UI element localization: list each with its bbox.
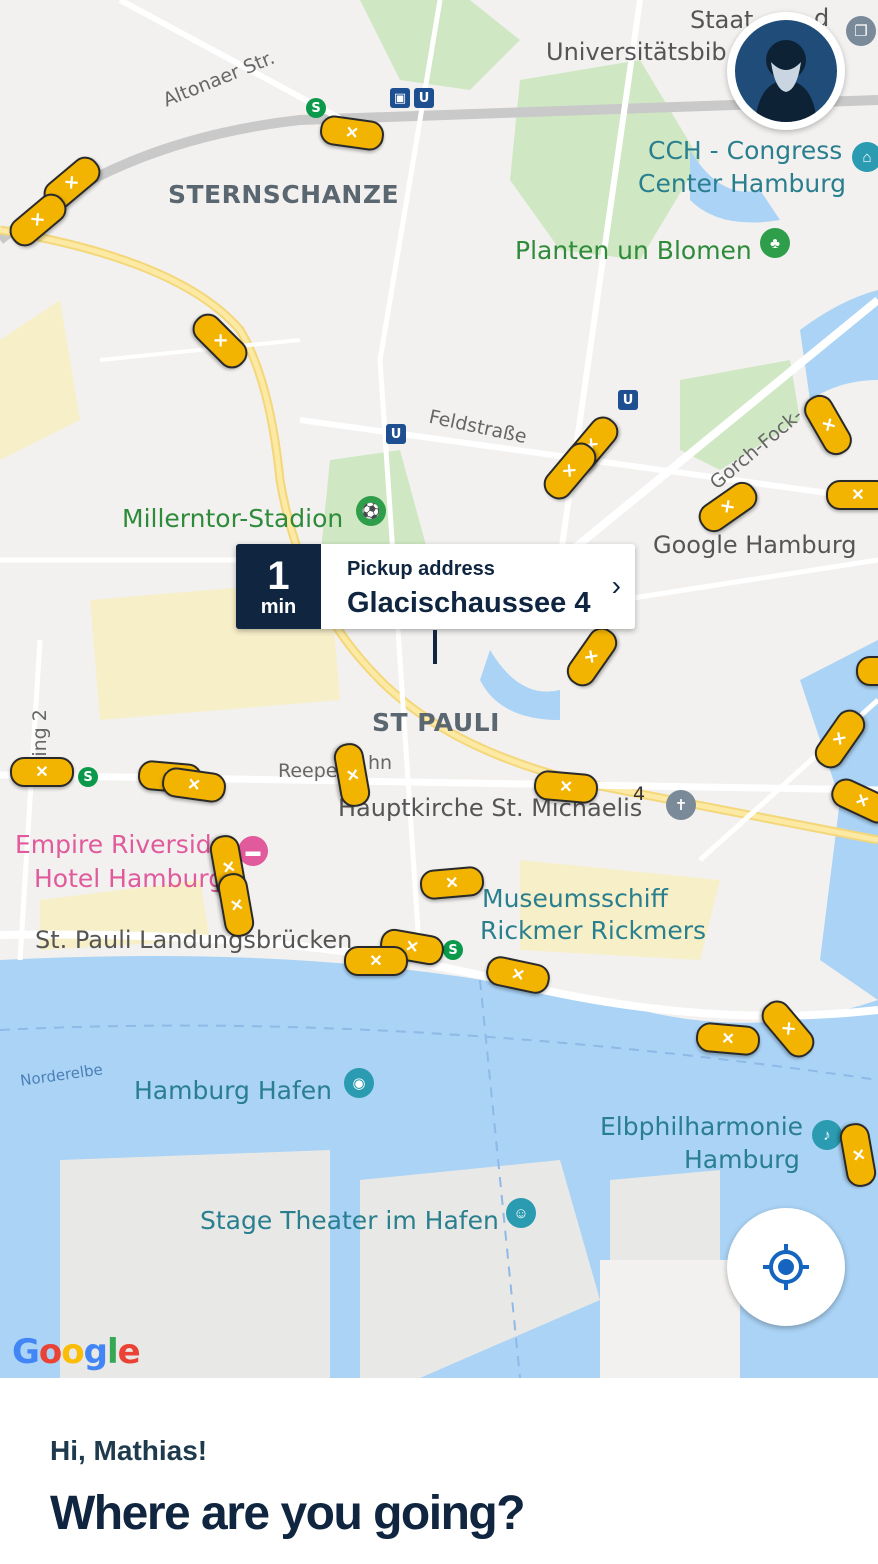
eta-value: 1 (267, 553, 290, 598)
place-label-museumsschiff-1[interactable]: Museumsschiff (482, 886, 668, 911)
google-logo: Google (12, 1332, 141, 1372)
train-icon: ▣ (390, 88, 410, 108)
place-label-cch-2[interactable]: Center Hamburg (638, 171, 846, 196)
music-pin-icon[interactable]: ♪ (812, 1120, 842, 1150)
place-label-hamburg-hafen[interactable]: Hamburg Hafen (134, 1078, 332, 1103)
taxi-icon[interactable] (532, 769, 600, 805)
taxi-icon[interactable] (344, 946, 408, 976)
profile-avatar[interactable] (727, 12, 845, 130)
google-logo-letter: G (12, 1332, 40, 1372)
pickup-address-text: Pickup address Glacischaussee 4 › (321, 544, 635, 629)
place-label-millerntor[interactable]: Millerntor-Stadion (122, 506, 343, 531)
google-logo-letter: o (38, 1332, 62, 1372)
park-pin-icon[interactable]: ♣ (760, 228, 790, 258)
district-label-st-pauli: ST PAULI (372, 708, 500, 737)
pickup-address-card[interactable]: 1 min Pickup address Glacischaussee 4 › (236, 544, 635, 629)
eta-badge: 1 min (236, 544, 321, 629)
place-label-elbphilharmonie-1[interactable]: Elbphilharmonie (600, 1114, 803, 1139)
place-label-cch-1[interactable]: CCH - Congress (648, 138, 842, 163)
hotel-pin-icon[interactable]: ▬ (238, 836, 268, 866)
place-label-michaelis[interactable]: Hauptkirche St. Michaelis (338, 796, 642, 820)
taxi-icon[interactable] (418, 865, 486, 901)
google-logo-letter: l (106, 1332, 119, 1372)
s-bahn-icon: S (306, 98, 326, 118)
eta-unit: min (260, 595, 297, 618)
place-label-museumsschiff-2[interactable]: Rickmer Rickmers (480, 918, 706, 943)
church-pin-icon[interactable]: ✝ (666, 790, 696, 820)
pickup-street: Glacischaussee 4 (347, 587, 591, 619)
bottom-sheet[interactable]: Hi, Mathias! Where are you going? (0, 1378, 878, 1564)
u-bahn-icon: U (386, 424, 406, 444)
stadium-pin-icon[interactable]: ⚽ (356, 496, 386, 526)
theater-pin-icon[interactable]: ☺ (506, 1198, 536, 1228)
place-label-google-hamburg[interactable]: Google Hamburg (653, 533, 857, 557)
place-label-landungsbruecken[interactable]: St. Pauli Landungsbrücken (35, 928, 352, 952)
pickup-pin (433, 630, 437, 664)
camera-pin-icon[interactable]: ◉ (344, 1068, 374, 1098)
taxi-icon[interactable] (856, 656, 878, 686)
taxi-icon[interactable] (694, 1021, 762, 1057)
s-bahn-icon: S (443, 940, 463, 960)
avatar-image (735, 20, 837, 122)
chevron-right-icon: › (611, 570, 621, 601)
taxi-icon[interactable] (10, 757, 74, 787)
pickup-caption: Pickup address (347, 558, 495, 580)
google-logo-letter: o (61, 1332, 84, 1372)
road-label-reepe: Reepe (278, 760, 338, 782)
place-label-universitaet[interactable]: Universitätsbib (546, 40, 727, 64)
u-bahn-icon: U (618, 390, 638, 410)
place-label-elbphilharmonie-2[interactable]: Hamburg (684, 1147, 800, 1172)
u-bahn-icon: U (414, 88, 434, 108)
google-logo-letter: g (83, 1332, 108, 1372)
google-logo-letter: e (117, 1332, 141, 1372)
locate-me-button[interactable] (727, 1208, 845, 1326)
district-label-sternschanze: STERNSCHANZE (168, 180, 400, 209)
taxi-icon[interactable] (826, 480, 878, 510)
s-bahn-icon: S (78, 767, 98, 787)
destination-prompt[interactable]: Where are you going? (50, 1486, 526, 1541)
place-label-stage-theater[interactable]: Stage Theater im Hafen (200, 1208, 499, 1233)
place-label-planten[interactable]: Planten un Blomen (515, 238, 752, 263)
greeting-text: Hi, Mathias! (50, 1435, 208, 1466)
book-pin-icon[interactable]: ❐ (846, 16, 876, 46)
map-view[interactable]: Altonaer Str. Feldstraße Gorch-Fock- Ree… (0, 0, 878, 1378)
place-label-empire-1[interactable]: Empire Riverside (15, 832, 227, 857)
road-label-bahn: hn (368, 752, 393, 774)
crosshair-icon (763, 1244, 809, 1290)
building-pin-icon[interactable]: ⌂ (852, 142, 878, 172)
place-label-empire-2[interactable]: Hotel Hamburg (34, 866, 224, 891)
